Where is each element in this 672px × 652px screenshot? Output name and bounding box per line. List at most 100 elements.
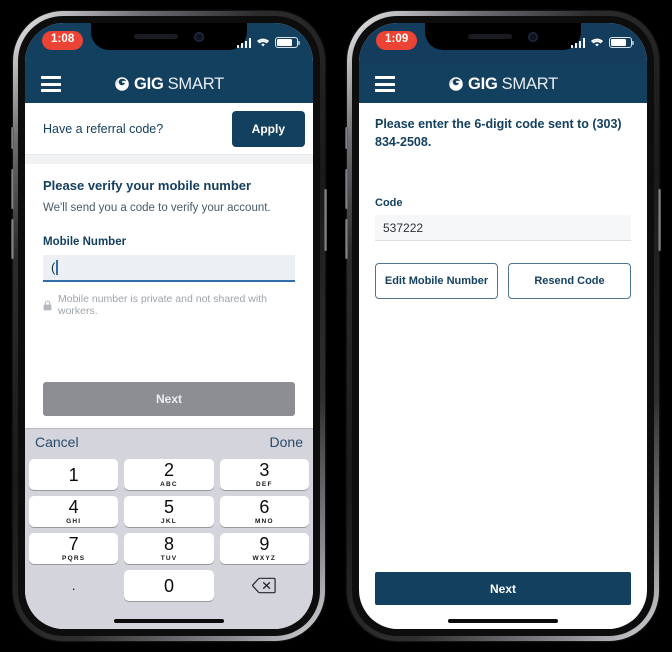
keyboard-toolbar: Cancel Done	[25, 428, 313, 454]
screen-body-left: Have a referral code? Apply Please verif…	[25, 103, 313, 428]
app-brand-logo: GIG SMART	[448, 75, 558, 94]
screen-left: 1:08 GIG SMART Have a referral code? App…	[25, 23, 313, 629]
device-notch	[425, 23, 581, 50]
home-indicator-right	[359, 613, 647, 629]
delete-backspace-icon	[252, 577, 277, 594]
screen-right: 1:09 GIG SMART Please enter the 6-digit …	[359, 23, 647, 629]
keyboard-cancel-button[interactable]: Cancel	[35, 434, 79, 450]
key-letters: PQRS	[62, 554, 86, 562]
key-letters: JKL	[161, 517, 177, 525]
power-button[interactable]	[324, 189, 327, 251]
status-indicators	[570, 35, 635, 48]
hamburger-menu-icon[interactable]	[41, 76, 61, 92]
key-5[interactable]: 5 JKL	[124, 496, 214, 527]
key-decimal[interactable]: .	[29, 570, 118, 601]
verify-title: Please verify your mobile number	[43, 178, 252, 193]
brand-text-smart: SMART	[501, 74, 559, 93]
front-camera-icon	[528, 31, 538, 42]
code-field-label: Code	[375, 197, 403, 210]
earpiece-speaker-icon	[468, 34, 512, 39]
status-indicators	[236, 35, 301, 48]
earpiece-speaker-icon	[134, 34, 178, 39]
app-header: GIG SMART	[25, 65, 313, 103]
key-9[interactable]: 9 WXYZ	[219, 533, 309, 564]
key-1[interactable]: 1	[29, 459, 119, 490]
keyboard-done-button[interactable]: Done	[270, 434, 303, 450]
key-0[interactable]: 0	[124, 570, 214, 601]
screen-body-right: Please enter the 6-digit code sent to (3…	[359, 103, 647, 572]
power-button[interactable]	[658, 189, 661, 251]
code-input-value: 537222	[383, 220, 424, 235]
code-input[interactable]: 537222	[375, 215, 631, 242]
silent-switch[interactable]	[11, 127, 14, 149]
key-digit: 2	[163, 460, 174, 481]
numeric-keyboard: Cancel Done 1 2 ABC 3 DEF 4 GHI 5 JKL 6 MNO 7…	[25, 428, 313, 629]
verify-form: Please verify your mobile number We'll s…	[25, 164, 313, 317]
key-letters: WXYZ	[252, 554, 277, 562]
mobile-number-value: (	[51, 260, 56, 275]
battery-icon	[609, 37, 635, 48]
section-divider	[25, 155, 313, 164]
phone-device-right: 1:09 GIG SMART Please enter the 6-digit …	[345, 11, 661, 641]
privacy-note-text: Mobile number is private and not shared …	[58, 293, 267, 317]
text-caret	[56, 260, 58, 275]
key-letters: TUV	[160, 554, 178, 562]
screenshot-stage: 1:08 GIG SMART Have a referral code? App…	[0, 0, 672, 652]
status-time-badge: 1:09	[376, 31, 418, 50]
apply-referral-button[interactable]: Apply	[231, 110, 305, 147]
front-camera-icon	[194, 31, 204, 42]
device-notch	[91, 23, 247, 50]
wifi-icon	[590, 37, 604, 48]
privacy-note: Mobile number is private and not shared …	[43, 293, 295, 317]
resend-code-button[interactable]: Resend Code	[508, 263, 631, 300]
key-digit: 1	[68, 464, 79, 485]
status-time-badge: 1:08	[42, 31, 84, 50]
code-instruction-heading: Please enter the 6-digit code sent to (3…	[375, 117, 622, 150]
code-action-buttons: Edit Mobile Number Resend Code	[375, 263, 631, 300]
volume-up-button[interactable]	[11, 169, 14, 209]
key-8[interactable]: 8 TUV	[124, 533, 214, 564]
mobile-number-input[interactable]: (	[43, 255, 295, 282]
keyboard-keys: 1 2 ABC 3 DEF 4 GHI 5 JKL 6 MNO 7 PQRS 8 TUV 9W…	[25, 454, 313, 613]
cellular-signal-icon	[570, 38, 585, 48]
brand-text-gig: GIG	[133, 74, 164, 93]
volume-down-button[interactable]	[345, 219, 348, 259]
wifi-icon	[256, 37, 270, 48]
key-digit: 5	[163, 497, 174, 518]
key-6[interactable]: 6 MNO	[219, 496, 309, 527]
hamburger-menu-icon[interactable]	[375, 76, 395, 92]
next-button-disabled[interactable]: Next	[43, 382, 295, 416]
key-letters: GHI	[66, 517, 82, 525]
key-digit: 7	[68, 534, 79, 555]
lock-icon	[43, 299, 52, 310]
silent-switch[interactable]	[345, 127, 348, 149]
gigsmart-logo-mark	[115, 77, 129, 91]
key-letters: DEF	[256, 480, 273, 488]
key-7[interactable]: 7 PQRS	[29, 533, 119, 564]
status-bar: 1:08	[25, 23, 313, 65]
brand-text-smart: SMART	[167, 74, 225, 93]
key-3[interactable]: 3 DEF	[219, 459, 309, 490]
key-letters: ABC	[160, 480, 178, 488]
app-header: GIG SMART	[359, 65, 647, 103]
verify-subtitle: We'll send you a code to verify your acc…	[43, 202, 271, 214]
volume-down-button[interactable]	[11, 219, 14, 259]
home-indicator-left	[25, 613, 313, 629]
edit-mobile-number-button[interactable]: Edit Mobile Number	[375, 263, 498, 300]
key-2[interactable]: 2 ABC	[124, 459, 214, 490]
battery-icon	[275, 37, 301, 48]
key-4[interactable]: 4 GHI	[29, 496, 119, 527]
cellular-signal-icon	[236, 38, 251, 48]
key-digit: 4	[68, 497, 79, 518]
key-digit: 8	[163, 534, 174, 555]
mobile-number-label: Mobile Number	[43, 236, 127, 248]
volume-up-button[interactable]	[345, 169, 348, 209]
app-brand-logo: GIG SMART	[114, 75, 224, 94]
referral-code-card: Have a referral code? Apply	[25, 103, 313, 155]
referral-code-label: Have a referral code?	[43, 121, 164, 136]
key-digit: 3	[259, 460, 270, 481]
next-button[interactable]: Next	[375, 572, 631, 605]
brand-text-gig: GIG	[467, 74, 498, 93]
key-backspace[interactable]	[220, 570, 309, 601]
